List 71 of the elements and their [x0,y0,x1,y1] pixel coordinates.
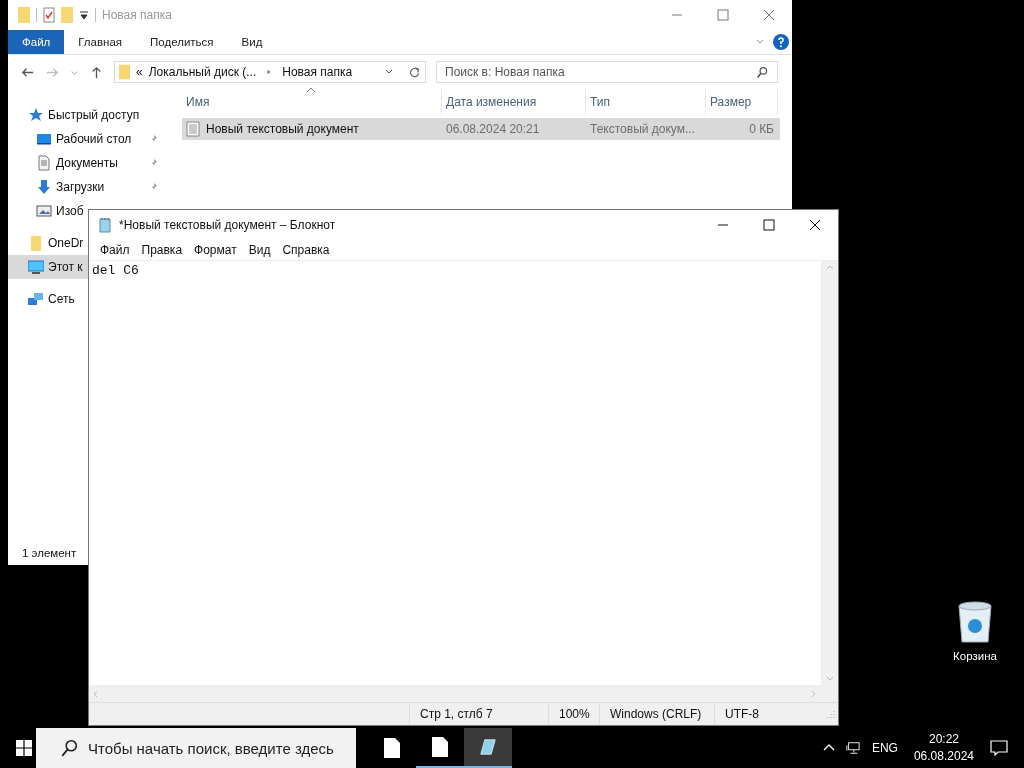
column-header[interactable]: Размер [706,89,778,115]
document-icon [36,155,52,171]
column-header[interactable]: Тип [586,89,706,115]
chevron-right-icon [266,69,273,75]
windows-start-icon[interactable] [16,740,32,756]
document-icon [384,738,400,758]
language-indicator[interactable]: ENG [871,741,898,755]
ribbon-tab[interactable]: Главная [64,30,137,54]
desktop-icon [36,131,52,147]
search-field[interactable]: Поиск в: Новая папка [436,61,778,83]
search-icon [756,65,769,79]
menu-item[interactable]: Правка [136,243,188,257]
search-field[interactable]: Чтобы начать поиск, введите здесь [36,728,356,768]
column-header[interactable]: Имя [182,89,442,115]
status-text: Windows (CRLF) [599,703,714,725]
sidebar-item[interactable]: Рабочий стол [8,127,158,151]
sidebar-item[interactable]: OneDr [8,231,88,255]
picture-icon [36,203,52,219]
checklist-icon[interactable] [43,7,55,23]
dropdown-icon[interactable] [79,10,89,20]
window-title: *Новый текстовый документ – Блокнот [119,218,336,232]
menu-item[interactable]: Файл [95,243,135,257]
document-icon [432,737,448,757]
column-header[interactable]: Дата изменения [442,89,586,115]
sidebar-item[interactable]: Изоб [8,199,88,223]
refresh-icon[interactable] [408,65,421,79]
vertical-scrollbar[interactable] [821,261,838,685]
ribbon-tab[interactable]: Поделиться [136,30,228,54]
table-cell-text: 06.08.2024 20:21 [445,122,541,136]
sidebar-item[interactable]: Этот к [8,255,88,279]
menu-item[interactable]: Справка [277,243,335,257]
menu-item[interactable]: Вид [243,243,276,257]
sort-caret-icon [306,87,316,93]
window-title: Новая папка [102,8,172,22]
recycle-bin-icon [955,600,995,644]
help-icon[interactable] [773,34,789,50]
resize-grip-icon[interactable] [826,709,836,719]
computer-icon [28,259,44,275]
ribbon-tab[interactable]: Вид [227,30,277,54]
sidebar-item[interactable]: Сеть [8,287,88,311]
folder-icon [28,235,44,251]
menu-item[interactable]: Формат [189,243,242,257]
network-icon [28,291,44,307]
desktop-shortcut[interactable]: Корзина [944,600,1006,662]
notification-icon[interactable] [990,740,1008,756]
taskbar-app[interactable] [464,728,512,768]
status-text: Стр 1, стлб 7 [409,703,548,725]
notepad-icon [97,217,113,233]
file-row[interactable]: Новый текстовый документ 06.08.2024 20:21 Текстовый докум... 0 КБ [182,118,780,140]
folder-icon [18,7,30,23]
text-editor[interactable]: del C6 [89,261,821,685]
table-cell-text: Текстовый докум... [589,122,696,136]
status-text: 1 элемент [22,547,77,559]
network-icon[interactable] [845,741,860,755]
horizontal-scrollbar[interactable] [89,685,838,702]
star-icon [28,107,44,123]
folder-icon [119,64,130,80]
text-file-icon [186,121,200,137]
status-text: UTF-8 [714,703,785,725]
file-name: Новый текстовый документ [206,122,359,136]
sidebar-item[interactable]: Загрузки [8,175,158,199]
notepad-icon [480,737,496,757]
table-cell-text: 0 КБ [748,122,775,136]
clock[interactable]: 20:22 06.08.2024 [913,731,974,765]
search-icon [60,739,78,757]
status-text: 100% [548,703,599,725]
sidebar-item[interactable]: Документы [8,151,158,175]
address-bar[interactable]: « Локальный диск (... Новая папка [114,61,426,83]
ribbon-tab[interactable]: Файл [8,30,65,54]
download-arrow-icon [36,179,52,195]
sidebar-item[interactable]: Быстрый доступ [8,103,144,127]
